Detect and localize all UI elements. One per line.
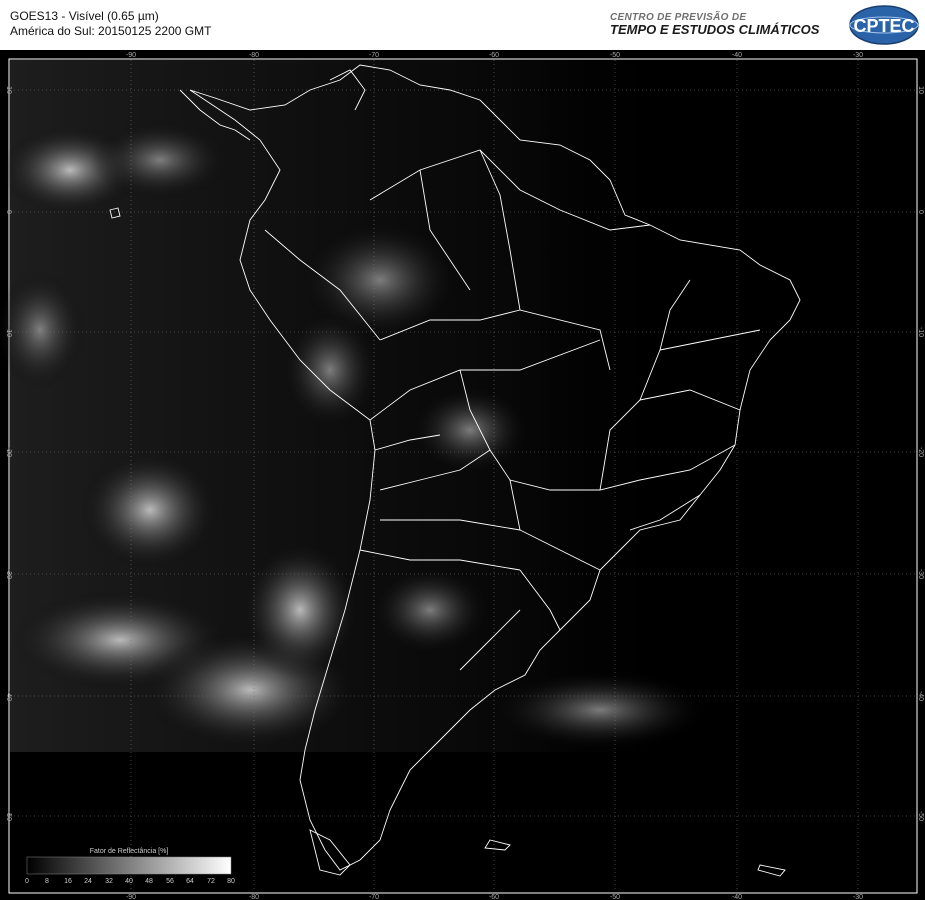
svg-text:80: 80 [227, 878, 235, 885]
svg-text:0: 0 [25, 878, 29, 885]
svg-text:8: 8 [45, 878, 49, 885]
svg-text:-50: -50 [610, 894, 620, 900]
legend-title: Fator de Reflectância [%] [90, 848, 169, 855]
longitude-labels-top: -90 -80 -70 -60 -50 -40 -30 [126, 52, 863, 59]
svg-text:48: 48 [145, 878, 153, 885]
svg-text:-70: -70 [369, 894, 379, 900]
legend-color-bar [26, 856, 232, 875]
logo-text: CPTEC [853, 16, 914, 36]
svg-text:-10: -10 [917, 327, 924, 337]
svg-text:-40: -40 [732, 52, 742, 59]
latitude-labels-right: 10 0 -10 -20 -30 -40 -50 [917, 86, 924, 821]
svg-text:72: 72 [207, 878, 215, 885]
svg-text:-90: -90 [126, 52, 136, 59]
svg-text:-30: -30 [917, 569, 924, 579]
svg-text:56: 56 [166, 878, 174, 885]
svg-text:-80: -80 [249, 52, 259, 59]
svg-text:-80: -80 [249, 894, 259, 900]
org-name-line2: TEMPO E ESTUDOS CLIMÁTICOS [610, 22, 820, 37]
header: GOES13 - Visível (0.65 µm) América do Su… [0, 0, 925, 50]
svg-text:-10: -10 [5, 327, 12, 337]
svg-text:-40: -40 [5, 691, 12, 701]
svg-text:-60: -60 [489, 894, 499, 900]
svg-text:-90: -90 [126, 894, 136, 900]
svg-text:-60: -60 [489, 52, 499, 59]
svg-text:-40: -40 [732, 894, 742, 900]
svg-text:10: 10 [5, 86, 12, 94]
product-title: GOES13 - Visível (0.65 µm) [10, 9, 159, 23]
svg-text:-40: -40 [917, 691, 924, 701]
svg-text:-20: -20 [917, 447, 924, 457]
svg-text:-30: -30 [5, 569, 12, 579]
svg-text:0: 0 [5, 210, 12, 214]
svg-text:16: 16 [64, 878, 72, 885]
svg-text:32: 32 [105, 878, 113, 885]
map-canvas: -90 -80 -70 -60 -50 -40 -30 -90 -80 -70 … [0, 52, 924, 900]
svg-text:-50: -50 [5, 811, 12, 821]
svg-text:-50: -50 [610, 52, 620, 59]
svg-text:-50: -50 [917, 811, 924, 821]
svg-text:40: 40 [125, 878, 133, 885]
cptec-logo: CPTEC [849, 5, 919, 45]
satellite-map: -90 -80 -70 -60 -50 -40 -30 -90 -80 -70 … [0, 50, 925, 900]
svg-text:-70: -70 [369, 52, 379, 59]
svg-text:10: 10 [917, 86, 924, 94]
product-timestamp: América do Sul: 20150125 2200 GMT [10, 24, 212, 38]
svg-text:24: 24 [84, 878, 92, 885]
svg-text:-20: -20 [5, 447, 12, 457]
svg-text:-30: -30 [853, 894, 863, 900]
svg-text:0: 0 [917, 210, 924, 214]
longitude-labels-bottom: -90 -80 -70 -60 -50 -40 -30 [126, 894, 863, 900]
svg-text:64: 64 [186, 878, 194, 885]
svg-text:-30: -30 [853, 52, 863, 59]
